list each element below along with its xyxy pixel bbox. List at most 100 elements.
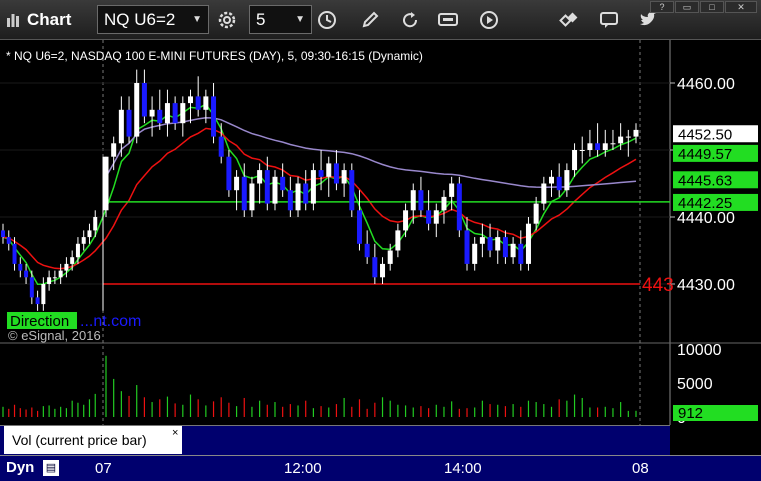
candle	[103, 156, 109, 211]
link-icon[interactable]	[558, 9, 580, 31]
candle	[12, 243, 17, 264]
interval-selector[interactable]: 5 ▼	[249, 5, 312, 34]
candle	[310, 170, 316, 204]
candle	[549, 176, 555, 184]
candle	[180, 103, 186, 124]
candle	[58, 270, 63, 278]
candle	[64, 263, 69, 271]
candle	[164, 103, 170, 124]
candle	[395, 230, 401, 251]
candle	[218, 136, 224, 157]
volume-y-tick-label: 10000	[677, 342, 722, 359]
play-icon[interactable]	[478, 9, 500, 31]
candle	[495, 237, 501, 251]
candle	[257, 170, 263, 184]
comment-icon[interactable]	[598, 9, 620, 31]
candle	[380, 263, 386, 278]
gear-icon[interactable]	[216, 9, 238, 31]
candle	[364, 243, 370, 258]
help-button[interactable]: ?	[650, 1, 674, 13]
candle	[203, 96, 209, 110]
candle	[456, 183, 462, 231]
candle	[333, 163, 339, 184]
y-tick-label: 4440.00	[677, 210, 735, 227]
x-tick-label: 08	[632, 460, 649, 477]
candle	[441, 196, 447, 211]
candle	[111, 143, 117, 157]
refresh-icon[interactable]	[399, 9, 421, 31]
candle	[93, 217, 98, 231]
candle	[264, 170, 270, 204]
clock-icon[interactable]	[316, 9, 338, 31]
candle	[6, 237, 11, 244]
candle	[410, 190, 416, 211]
chevron-down-icon: ▼	[192, 14, 202, 25]
price-tag-label: 4442.25	[678, 195, 732, 212]
candle	[234, 176, 240, 191]
candle	[134, 83, 140, 137]
candle	[280, 176, 286, 191]
interval-value: 5	[256, 10, 266, 29]
candle	[241, 176, 247, 211]
pencil-icon[interactable]	[359, 9, 381, 31]
candle	[52, 277, 57, 279]
price-tag-label: 4452.50	[678, 126, 732, 143]
x-tick-label: 07	[95, 460, 112, 477]
restore-button[interactable]: ▭	[675, 1, 699, 13]
dynamic-toggle-icon[interactable]: ▤	[43, 460, 59, 476]
candle	[464, 230, 470, 264]
candle	[556, 176, 562, 191]
candle	[518, 243, 524, 264]
candle	[356, 210, 362, 244]
candle	[426, 210, 432, 224]
chart-frame	[0, 40, 761, 425]
volume-y-tick-label: 5000	[677, 376, 713, 393]
candle	[1, 230, 5, 238]
volume-legend-text: Vol (current price bar)	[12, 432, 147, 448]
candle	[341, 170, 347, 184]
candle	[318, 170, 324, 177]
candle	[141, 83, 147, 117]
chart-toolbar: Chart NQ U6=2 ▼ 5 ▼ ? ▭ □ ✕	[0, 0, 761, 40]
close-button[interactable]: ✕	[725, 1, 757, 13]
candle	[303, 183, 309, 204]
maximize-button[interactable]: □	[700, 1, 724, 13]
candle	[625, 136, 631, 138]
candle	[87, 230, 92, 238]
candle	[502, 237, 508, 258]
candle	[595, 143, 601, 150]
plot-background	[0, 40, 670, 425]
close-icon[interactable]: ×	[172, 426, 178, 440]
candle	[118, 109, 124, 144]
candle	[618, 136, 624, 144]
price-chart[interactable]: 4460.004450.004440.004430.004452.504449.…	[0, 40, 761, 425]
candle	[29, 277, 34, 298]
candle	[295, 183, 301, 211]
candle	[24, 270, 29, 278]
symbol-value: NQ U6=2	[104, 10, 176, 29]
candle	[149, 109, 155, 117]
copyright-watermark: © eSignal, 2016	[8, 328, 101, 343]
candle	[126, 109, 132, 137]
candle	[226, 156, 232, 191]
candle	[211, 96, 217, 137]
volume-last-tag-label: 912	[678, 405, 703, 422]
x-tick-label: 14:00	[444, 460, 482, 477]
candle	[349, 170, 355, 211]
symbol-selector[interactable]: NQ U6=2 ▼	[97, 5, 209, 34]
red-level-label: 443	[642, 275, 674, 296]
volume-legend[interactable]: Vol (current price bar) ×	[4, 426, 182, 454]
candle	[472, 243, 478, 264]
candle	[272, 176, 278, 204]
axis-background	[670, 40, 761, 425]
candle	[602, 143, 608, 150]
candle	[633, 129, 639, 137]
candle	[541, 183, 547, 204]
quote-icon[interactable]	[437, 9, 459, 31]
candle	[41, 284, 46, 305]
candle	[287, 190, 293, 211]
dyn-label[interactable]: Dyn	[6, 459, 34, 476]
y-tick-label: 4460.00	[677, 76, 735, 93]
candle	[433, 210, 439, 224]
candle	[47, 277, 52, 284]
